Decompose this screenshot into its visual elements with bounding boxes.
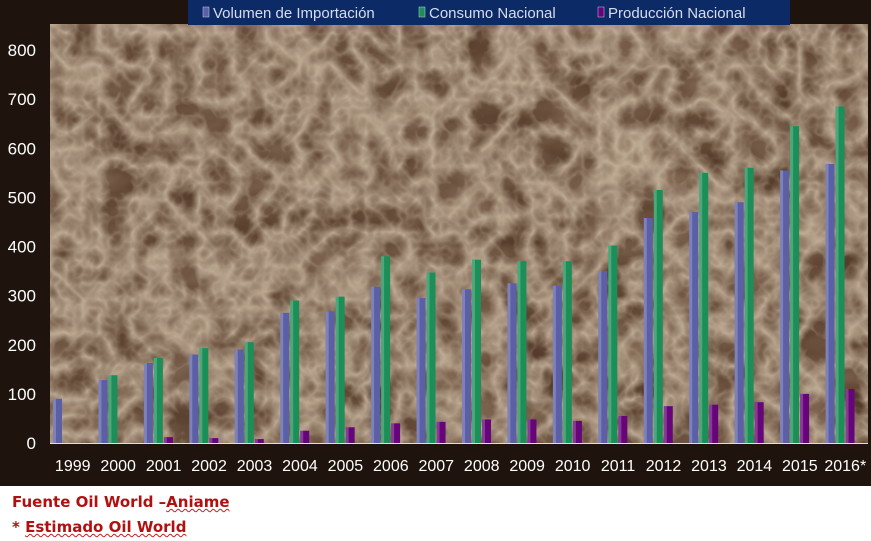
x-tick-label-7: 2006	[373, 458, 409, 475]
bar-highlight-0-7	[371, 286, 375, 443]
y-tick-label-3: 300	[8, 287, 36, 306]
bar-highlight-0-15	[734, 202, 738, 443]
bar-highlight-0-3	[189, 354, 193, 443]
legend: Volumen de Importación Consumo Nacional Pr…	[188, 0, 790, 25]
bar-highlight-0-1	[98, 380, 102, 443]
bar-highlight-0-2	[143, 362, 147, 443]
bar-highlight-1-9	[472, 259, 475, 443]
bar-highlight-0-12	[598, 271, 602, 443]
legend-label-1: Consumo Nacional	[429, 5, 556, 22]
x-tick-label-14: 2013	[691, 458, 727, 475]
x-tick-label-1: 2000	[100, 458, 136, 475]
bar-highlight-2-9	[482, 419, 485, 443]
x-tick-label-13: 2012	[646, 458, 682, 475]
bar-highlight-2-13	[663, 406, 667, 443]
x-tick-label-0: 1999	[55, 458, 91, 475]
x-tick-label-10: 2009	[509, 458, 545, 475]
bar-highlight-2-3	[209, 438, 213, 443]
legend-label-2: Producción Nacional	[608, 5, 746, 22]
bar-highlight-2-2	[163, 437, 167, 443]
estimate-prefix: *	[12, 518, 26, 536]
bar-highlight-0-6	[325, 311, 329, 443]
bar-highlight-0-14	[689, 212, 693, 443]
x-tick-label-11: 2010	[555, 458, 591, 475]
bar-highlight-1-5	[290, 300, 294, 443]
x-tick-label-6: 2005	[328, 458, 364, 475]
bar-highlight-2-12	[618, 415, 622, 443]
bar-highlight-2-5	[300, 430, 304, 443]
x-tick-label-9: 2008	[464, 458, 500, 475]
bar-highlight-1-3	[199, 348, 203, 443]
bar-highlight-1-14	[699, 172, 703, 443]
x-tick-label-8: 2007	[418, 458, 454, 475]
bar-highlight-1-2	[153, 358, 157, 443]
x-tick-label-15: 2014	[737, 458, 773, 475]
bar-highlight-1-8	[426, 272, 430, 443]
bar-highlight-2-6	[345, 427, 349, 443]
estimate-text: Estimado Oil World	[25, 518, 187, 536]
bar-highlight-2-7	[391, 423, 395, 443]
y-axis: 0 100 200 300 400 500 600 700 800	[8, 41, 36, 453]
bar-highlight-1-1	[108, 375, 112, 443]
legend-label-0: Volumen de Importación	[213, 5, 375, 22]
y-tick-label-2: 200	[8, 336, 36, 355]
legend-swatch-2	[597, 6, 605, 18]
bar-highlight-1-17	[835, 106, 839, 444]
bar-highlight-1-4	[244, 342, 248, 443]
x-tick-label-16: 2015	[782, 458, 818, 475]
bar-highlight-0-0	[53, 398, 56, 443]
bar-highlight-2-8	[436, 421, 440, 443]
bar-highlight-1-10	[517, 261, 521, 443]
x-tick-label-12: 2011	[601, 458, 636, 475]
y-tick-label-1: 100	[8, 385, 36, 404]
bar-highlight-1-12	[608, 245, 612, 443]
bar-highlight-1-13	[653, 190, 657, 443]
x-tick-label-4: 2003	[237, 458, 273, 475]
source-org: Aniame	[166, 493, 230, 511]
bar-highlight-2-10	[527, 419, 531, 443]
y-tick-label-4: 400	[8, 238, 36, 257]
bar-highlight-1-6	[335, 296, 339, 443]
source-prefix: Fuente Oil World –	[12, 493, 167, 511]
legend-swatch-1	[418, 6, 426, 18]
bar-highlight-2-4	[254, 439, 258, 443]
y-tick-label-7: 700	[8, 90, 36, 109]
bar-highlight-1-15	[744, 167, 748, 443]
bar-highlight-0-16	[780, 170, 784, 443]
y-tick-label-6: 600	[8, 139, 36, 158]
y-tick-label-5: 500	[8, 188, 36, 207]
estimate-footnote: * Estimado Oil World	[12, 518, 186, 536]
bar-highlight-0-4	[234, 349, 238, 443]
bar-highlight-2-16	[800, 393, 804, 443]
bar-highlight-1-16	[790, 126, 794, 444]
bar-highlight-2-14	[709, 404, 713, 443]
x-tick-label-3: 2002	[191, 458, 227, 475]
bar-highlight-0-17	[825, 163, 829, 443]
bar-highlight-0-5	[280, 312, 284, 443]
x-tick-label-5: 2004	[282, 458, 318, 475]
bar-highlight-0-13	[643, 218, 647, 443]
bar-highlight-0-11	[552, 285, 556, 443]
bar-highlight-0-10	[507, 283, 511, 443]
legend-swatch-0	[202, 6, 210, 18]
bar-highlight-2-11	[572, 420, 576, 443]
bar-highlight-0-8	[416, 298, 420, 443]
y-tick-label-8: 800	[8, 41, 36, 60]
y-tick-label-0: 0	[27, 434, 36, 453]
x-tick-label-2: 2001	[146, 458, 182, 475]
bar-highlight-0-9	[462, 289, 465, 443]
bar-highlight-1-11	[562, 261, 566, 443]
source-footnote: Fuente Oil World –Aniame	[12, 493, 230, 511]
bar-highlight-2-17	[845, 388, 849, 443]
chart: 0 100 200 300 400 500 600 700 800 1999 2000 2001 20…	[0, 0, 871, 486]
bar-highlight-2-15	[754, 402, 758, 443]
x-tick-label-17: 2016*	[824, 458, 866, 475]
bar-highlight-1-7	[381, 256, 385, 443]
